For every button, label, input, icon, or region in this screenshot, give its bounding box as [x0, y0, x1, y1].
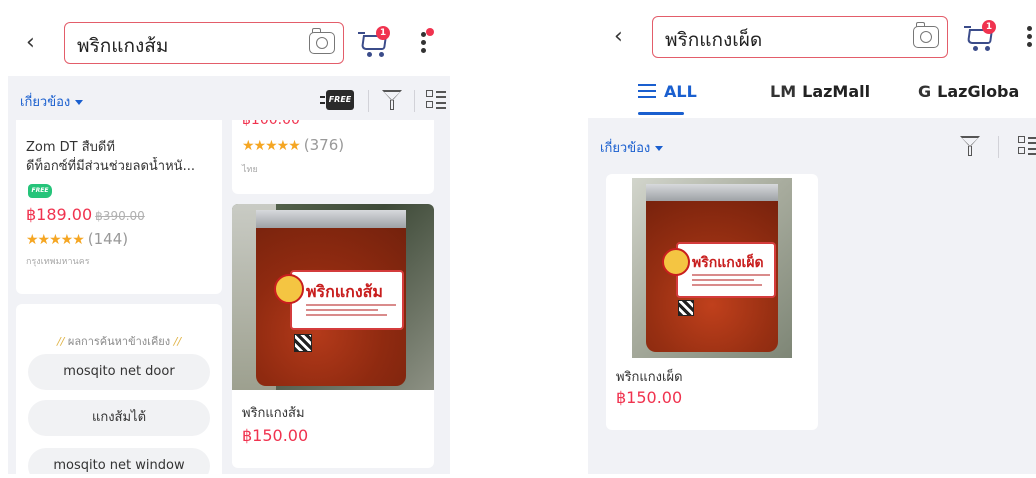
cart-badge: 1	[982, 20, 996, 34]
pouch-label-text: พริกแกงส้ม	[306, 282, 383, 301]
rating-count: (144)	[87, 230, 129, 248]
lazmall-icon: LM	[770, 82, 797, 101]
divider	[414, 90, 415, 112]
seller-location: ไทย	[242, 165, 258, 175]
active-tab-indicator	[638, 112, 684, 115]
qr-code-icon	[294, 334, 312, 352]
left-phone-screen: ‹ พริกแกงส้ม 1 เกี่ยวข้อง FREE Zom DT สื…	[8, 0, 450, 474]
product-name: พริกแกงส้ม	[242, 406, 305, 421]
sort-filter-bar: เกี่ยวข้อง FREE	[8, 76, 450, 124]
more-vertical-icon[interactable]	[1026, 24, 1034, 50]
menu-icon	[638, 84, 656, 98]
search-tabs: ALL LM LazMall G LazGloba	[588, 68, 1036, 118]
lazglobal-icon: G	[918, 82, 932, 101]
brand-logo-icon	[662, 248, 690, 276]
product-card[interactable]: พริกแกงส้ม พริกแกงส้ม ฿150.00	[232, 204, 434, 468]
sort-relevance-dropdown[interactable]: เกี่ยวข้อง	[600, 137, 664, 158]
camera-icon[interactable]	[309, 28, 335, 54]
product-price: ฿189.00 ฿390.00	[26, 205, 145, 224]
original-price: ฿390.00	[95, 209, 145, 223]
cart-icon[interactable]: 1	[964, 20, 1000, 52]
product-card[interactable]: พริกแกงเผ็ด พริกแกงเผ็ด ฿150.00	[606, 174, 818, 430]
product-name: พริกแกงเผ็ด	[616, 370, 683, 385]
rating-stars: ★★★★★ (376)	[242, 136, 345, 154]
seller-location: กรุงเทพมหานคร	[26, 257, 90, 267]
qr-code-icon	[678, 300, 694, 316]
free-shipping-tag: FREE	[28, 184, 52, 198]
back-chevron-icon[interactable]: ‹	[614, 26, 623, 48]
product-card[interactable]: ฿100.00 ★★★★★ (376) ไทย	[232, 120, 434, 194]
divider	[368, 90, 369, 112]
divider	[998, 136, 999, 158]
pouch-label: พริกแกงส้ม	[274, 270, 404, 330]
tab-lazglobal[interactable]: G LazGloba	[918, 82, 1019, 101]
search-header: ‹ พริกแกงส้ม 1	[8, 0, 450, 76]
related-searches-title: // ผลการค้นหาข้างเคียง //	[56, 335, 182, 348]
product-price: ฿150.00	[616, 388, 683, 407]
more-vertical-icon[interactable]	[420, 28, 434, 56]
filter-icon[interactable]	[960, 136, 980, 158]
brand-logo-icon	[274, 274, 304, 304]
product-name: Zom DT สืบดีที	[26, 140, 115, 155]
caret-down-icon	[655, 146, 664, 151]
caret-down-icon	[75, 100, 84, 105]
product-price: ฿150.00	[242, 426, 309, 445]
product-price: ฿100.00	[242, 120, 300, 128]
rating-stars: ★★★★★ (144)	[26, 230, 129, 248]
back-chevron-icon[interactable]: ‹	[26, 32, 35, 54]
free-shipping-truck-icon[interactable]: FREE	[320, 90, 354, 110]
related-search-chip[interactable]: mosqito net window	[28, 448, 210, 474]
search-input[interactable]: พริกแกงเผ็ด	[652, 16, 948, 58]
related-search-chip[interactable]: แกงส้มไต้	[28, 400, 210, 436]
chili-paste-pouch: พริกแกงเผ็ด	[646, 184, 778, 352]
pouch-label-text: พริกแกงเผ็ด	[692, 255, 764, 271]
product-name: ดีท็อกซ์ที่มีส่วนช่วยลดน้ำหนั...	[26, 159, 195, 174]
search-input[interactable]: พริกแกงส้ม	[64, 22, 344, 64]
rating-count: (376)	[303, 136, 345, 154]
filter-icon[interactable]	[382, 90, 402, 112]
camera-icon[interactable]	[913, 22, 939, 48]
cart-badge: 1	[376, 26, 390, 40]
search-query-text: พริกแกงส้ม	[77, 35, 169, 57]
search-query-text: พริกแกงเผ็ด	[665, 29, 763, 51]
tab-lazmall[interactable]: LM LazMall	[770, 82, 870, 101]
pouch-label: พริกแกงเผ็ด	[662, 242, 776, 298]
product-image: พริกแกงเผ็ด	[632, 178, 792, 358]
sort-relevance-dropdown[interactable]: เกี่ยวข้อง	[20, 91, 84, 112]
related-searches-panel: // ผลการค้นหาข้างเคียง // mosqito net do…	[16, 304, 222, 474]
product-image: พริกแกงส้ม	[232, 204, 434, 390]
tab-all[interactable]: ALL	[638, 82, 697, 101]
layout-toggle-icon[interactable]	[426, 90, 446, 110]
cart-icon[interactable]: 1	[358, 26, 394, 58]
chili-paste-pouch: พริกแกงส้ม	[256, 210, 406, 386]
layout-toggle-icon[interactable]	[1018, 136, 1036, 156]
related-search-chip[interactable]: mosqito net door	[28, 354, 210, 390]
right-phone-screen: ‹ พริกแกงเผ็ด 1 ALL LM LazMall G LazGloba …	[588, 0, 1036, 474]
product-card[interactable]: Zom DT สืบดีที ดีท็อกซ์ที่มีส่วนช่วยลดน้…	[16, 120, 222, 294]
sort-filter-bar: เกี่ยวข้อง	[588, 122, 1036, 170]
